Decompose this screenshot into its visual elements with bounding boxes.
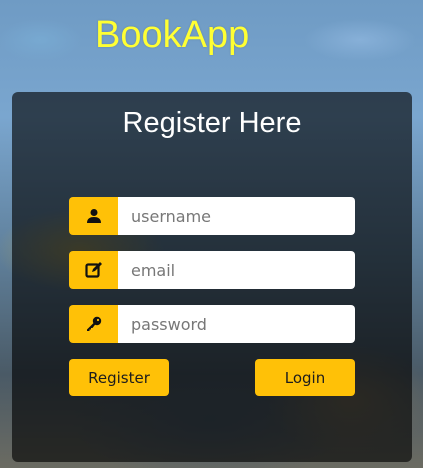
edit-icon bbox=[69, 251, 118, 289]
email-group bbox=[69, 251, 355, 289]
login-button[interactable]: Login bbox=[255, 359, 355, 396]
password-input[interactable] bbox=[118, 305, 355, 343]
username-group bbox=[69, 197, 355, 235]
email-input[interactable] bbox=[118, 251, 355, 289]
register-panel: Register Here Register L bbox=[12, 92, 412, 462]
key-icon bbox=[69, 305, 118, 343]
panel-title: Register Here bbox=[122, 107, 302, 139]
username-input[interactable] bbox=[118, 197, 355, 235]
password-group bbox=[69, 305, 355, 343]
app-logo: BookApp bbox=[95, 14, 250, 56]
register-button[interactable]: Register bbox=[69, 359, 169, 396]
user-icon bbox=[69, 197, 118, 235]
